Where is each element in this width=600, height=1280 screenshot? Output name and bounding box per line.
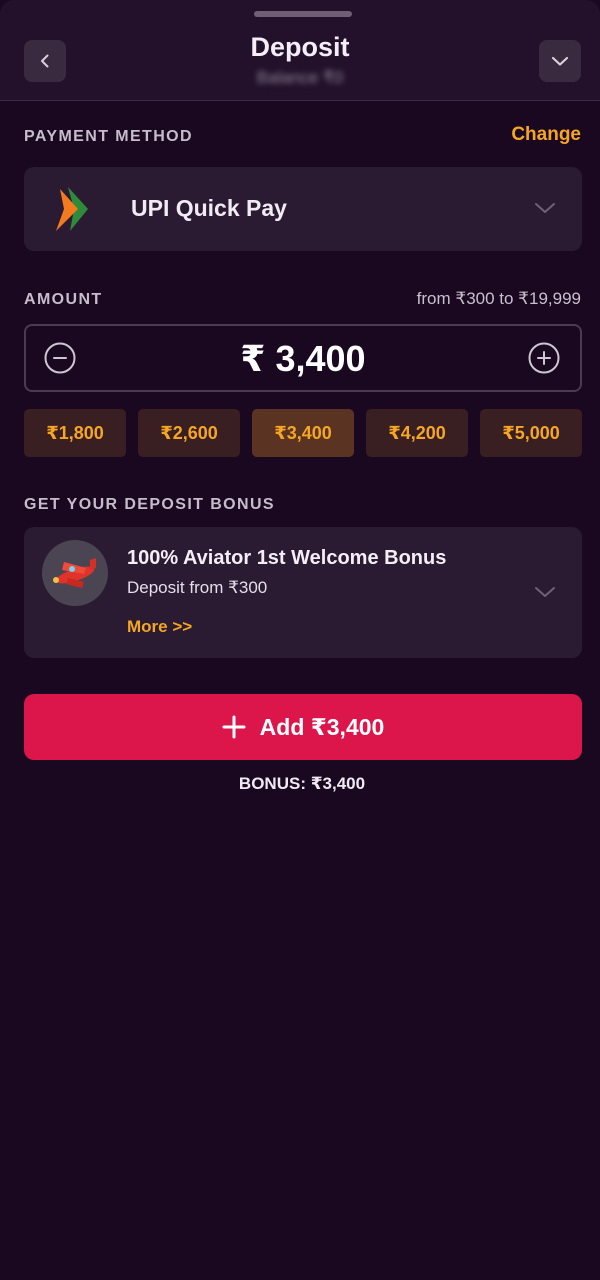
- bonus-select[interactable]: 100% Aviator 1st Welcome Bonus Deposit f…: [24, 527, 582, 658]
- chevron-down-icon: [535, 587, 555, 597]
- collapse-button[interactable]: [539, 40, 581, 82]
- preset-amount-button[interactable]: ₹2,600: [138, 409, 240, 457]
- page-title: Deposit: [250, 32, 350, 62]
- add-funds-label: Add ₹3,400: [259, 713, 385, 740]
- drag-handle[interactable]: [254, 11, 352, 17]
- payment-method-label: PAYMENT METHOD: [24, 128, 193, 145]
- bonus-summary: BONUS: ₹3,400: [238, 774, 366, 793]
- increase-amount-button[interactable]: [528, 342, 560, 374]
- amount-value[interactable]: ₹ 3,400: [26, 338, 580, 380]
- payment-method-name: UPI Quick Pay: [131, 195, 287, 221]
- chevron-down-icon: [551, 56, 569, 66]
- bonus-subtitle: Deposit from ₹300: [127, 578, 268, 597]
- upi-logo-icon: [56, 187, 88, 231]
- preset-amount-button[interactable]: ₹1,800: [24, 409, 126, 457]
- preset-amount-button-selected[interactable]: ₹3,400: [252, 409, 354, 457]
- change-method-link[interactable]: Change: [511, 124, 581, 146]
- amount-label: AMOUNT: [24, 291, 103, 308]
- header: Deposit Balance ₹0: [0, 0, 600, 101]
- preset-amount-button[interactable]: ₹5,000: [480, 409, 582, 457]
- add-funds-button[interactable]: Add ₹3,400: [24, 694, 582, 760]
- amount-input[interactable]: ₹ 3,400: [24, 324, 582, 392]
- payment-method-select[interactable]: UPI Quick Pay: [24, 167, 582, 251]
- deposit-bonus-label: GET YOUR DEPOSIT BONUS: [24, 496, 275, 513]
- chevron-down-icon: [535, 203, 555, 213]
- amount-range: from ₹300 to ₹19,999: [416, 289, 581, 308]
- balance-subtitle: Balance ₹0: [256, 68, 344, 87]
- bonus-more-link[interactable]: More >>: [127, 617, 192, 637]
- deposit-sheet: Deposit Balance ₹0 PAYMENT METHOD Change…: [0, 0, 600, 1280]
- plus-icon: [222, 715, 246, 739]
- bonus-title: 100% Aviator 1st Welcome Bonus: [127, 547, 447, 569]
- bonus-avatar: [42, 540, 108, 606]
- airplane-icon: [53, 558, 96, 588]
- preset-amount-button[interactable]: ₹4,200: [366, 409, 468, 457]
